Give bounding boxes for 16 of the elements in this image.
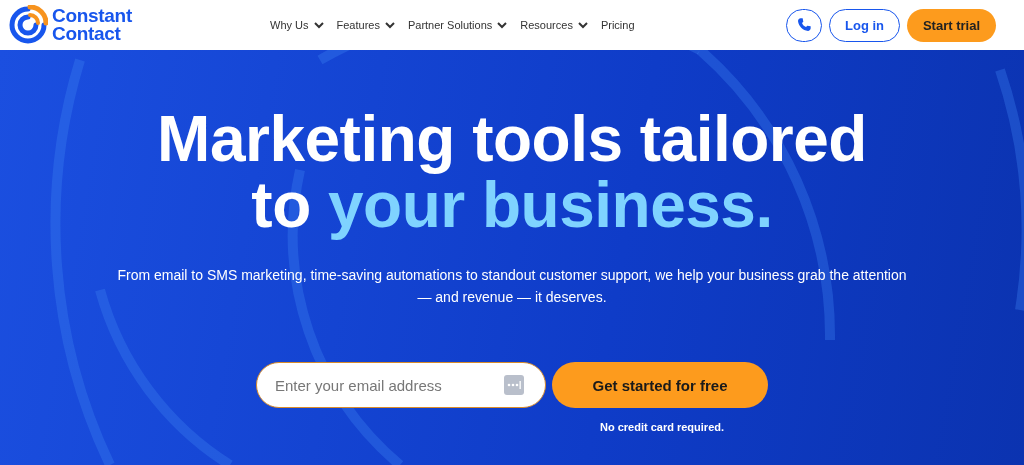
headline: Marketing tools tailored to your business. bbox=[157, 106, 867, 238]
phone-icon bbox=[796, 17, 812, 33]
email-field[interactable]: Enter your email address bbox=[256, 362, 546, 408]
nav-link[interactable]: Partner Solutions bbox=[407, 19, 508, 31]
nav-link[interactable]: Why Us bbox=[270, 19, 324, 31]
no-credit-card-note: No credit card required. bbox=[599, 421, 725, 433]
logo-text[interactable]: Constant Contact bbox=[52, 7, 132, 43]
logo-icon[interactable] bbox=[8, 5, 48, 45]
phone-button[interactable] bbox=[786, 8, 822, 42]
nav-link[interactable]: Pricing bbox=[600, 19, 635, 31]
subtitle: From email to SMS marketing, time-saving automations to standout customer support, we help your business grab the attention — and revenue — it deserves. bbox=[117, 266, 907, 307]
nav-link[interactable]: Features bbox=[336, 19, 395, 31]
get-started-button[interactable]: Get started for free bbox=[552, 362, 768, 408]
login-button[interactable]: Log in bbox=[829, 8, 900, 42]
start-trial-button[interactable]: Start trial bbox=[907, 8, 996, 42]
nav-link[interactable]: Resources bbox=[520, 19, 588, 31]
